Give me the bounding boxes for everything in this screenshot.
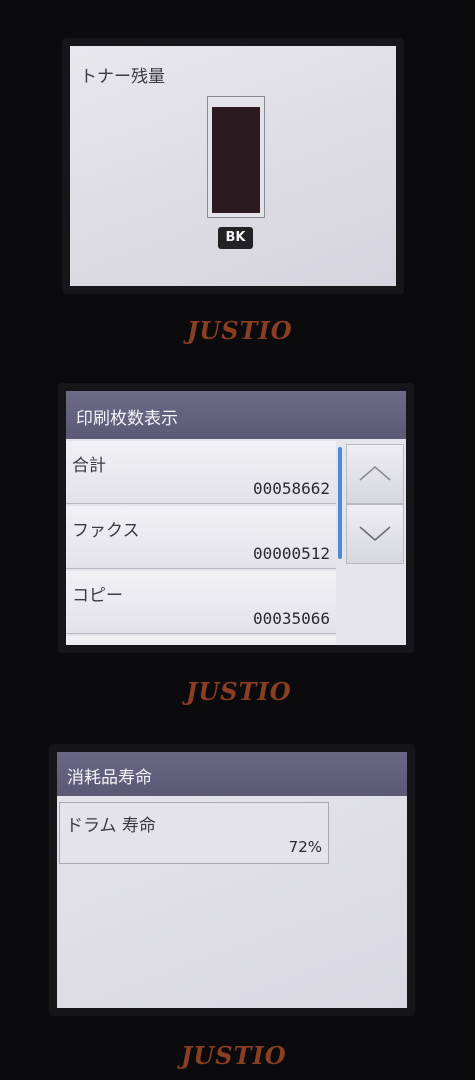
counter-row-copy[interactable]: コピー 00035066 <box>66 571 336 634</box>
drum-life-value: 72% <box>288 838 322 856</box>
toner-title: トナー残量 <box>80 67 165 87</box>
counter-header: 印刷枚数表示 <box>66 391 406 439</box>
chevron-down-icon <box>359 526 391 542</box>
toner-screen: トナー残量 BK <box>70 46 396 286</box>
scroll-down-button[interactable] <box>346 504 404 564</box>
consumables-screen: 消耗品寿命 ドラム 寿命 72% <box>57 752 407 1008</box>
drum-life-label: ドラム 寿命 <box>66 816 156 836</box>
counter-screen: 印刷枚数表示 合計 00058662 ファクス 00000512 コピー 000… <box>66 391 406 645</box>
counter-row-partial[interactable] <box>66 636 336 645</box>
toner-gauge-fill <box>212 107 260 213</box>
chevron-up-icon <box>359 465 391 481</box>
counter-value: 00058662 <box>252 479 330 498</box>
drum-life-item[interactable]: ドラム 寿命 72% <box>59 802 329 864</box>
list-scrollbar[interactable] <box>338 447 342 559</box>
counter-label: 合計 <box>72 456 106 476</box>
toner-gauge <box>207 96 265 218</box>
scroll-up-button[interactable] <box>346 444 404 504</box>
consumables-title: 消耗品寿命 <box>67 768 152 788</box>
brand-logo: JUSTIO <box>187 316 293 345</box>
counter-row-total[interactable]: 合計 00058662 <box>66 441 336 504</box>
counter-value: 00000512 <box>252 544 330 563</box>
brand-logo: JUSTIO <box>181 1041 287 1070</box>
counter-label: ファクス <box>72 521 140 541</box>
counter-row-fax[interactable]: ファクス 00000512 <box>66 506 336 569</box>
counter-label: コピー <box>72 586 123 606</box>
counter-list: 合計 00058662 ファクス 00000512 コピー 00035066 <box>66 441 336 645</box>
toner-color-badge: BK <box>218 227 253 249</box>
brand-logo: JUSTIO <box>186 677 292 706</box>
consumables-header: 消耗品寿命 <box>57 752 407 796</box>
counter-title: 印刷枚数表示 <box>76 409 178 429</box>
counter-value: 00035066 <box>252 609 330 628</box>
